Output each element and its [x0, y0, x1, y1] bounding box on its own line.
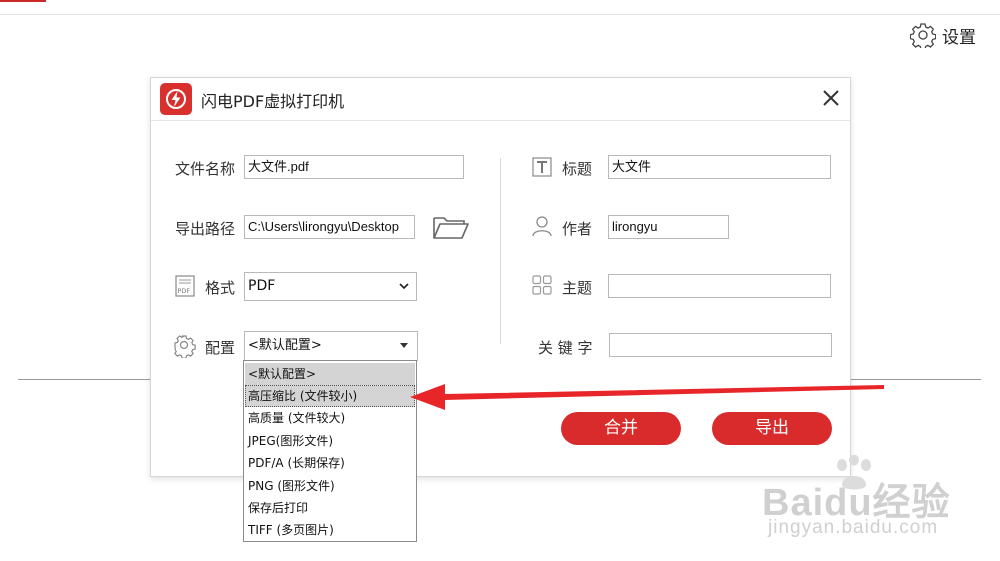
watermark-sub: jingyan.baidu.com [768, 517, 939, 538]
screen: 设置 闪电PDF虚拟打印机 文件名称 大文件.pdf 导出路径 C:\Users… [0, 0, 1000, 561]
baidu-watermark: Baidu经验 jingyan.baidu.com [762, 455, 952, 545]
